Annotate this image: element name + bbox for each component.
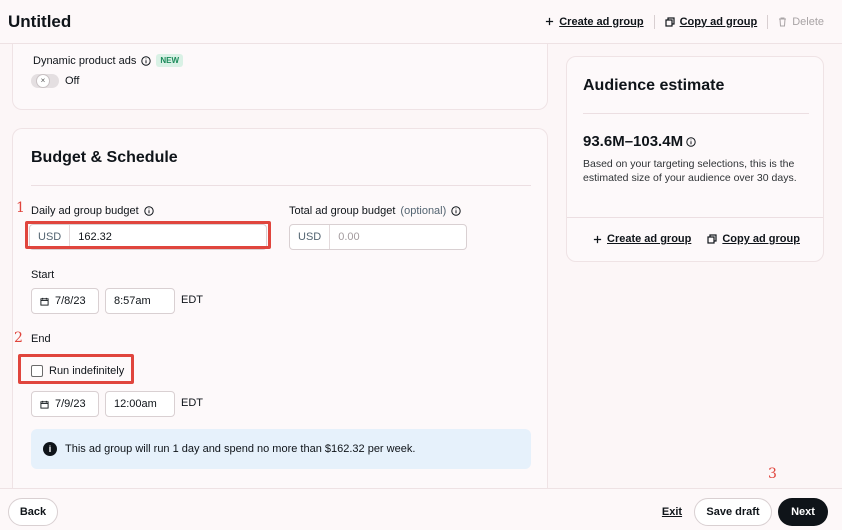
daily-budget-label: Daily ad group budget: [31, 205, 154, 217]
copy-ad-group-label: Copy ad group: [722, 233, 800, 245]
info-banner: i This ad group will run 1 day and spend…: [31, 429, 531, 469]
annotation-3: 3: [768, 466, 777, 482]
end-label: End: [31, 333, 51, 345]
audience-divider: [583, 113, 809, 114]
back-button[interactable]: Back: [8, 498, 58, 526]
annotation-2: 2: [14, 330, 23, 346]
copy-ad-group-link[interactable]: Copy ad group: [664, 15, 758, 28]
info-icon[interactable]: [451, 206, 461, 216]
plus-icon: [545, 17, 554, 26]
next-button[interactable]: Next: [778, 498, 828, 526]
delete-button[interactable]: Delete: [778, 16, 824, 28]
close-icon: ×: [37, 75, 49, 87]
start-date-input[interactable]: 7/8/23: [31, 288, 99, 314]
audience-title: Audience estimate: [583, 77, 725, 94]
calendar-icon: [40, 297, 49, 306]
info-banner-text: This ad group will run 1 day and spend n…: [65, 443, 416, 455]
currency-prefix: USD: [290, 225, 331, 249]
end-date-value: 7/9/23: [55, 398, 86, 410]
copy-ad-group-link[interactable]: Copy ad group: [707, 233, 800, 245]
save-draft-button[interactable]: Save draft: [694, 498, 772, 526]
create-ad-group-label: Create ad group: [559, 15, 644, 28]
trash-icon: [778, 17, 787, 27]
total-budget-label: Total ad group budget (optional): [289, 205, 461, 217]
info-icon[interactable]: [141, 55, 152, 66]
section-divider: [31, 185, 531, 186]
start-time-value: 8:57am: [114, 295, 151, 307]
start-time-input[interactable]: 8:57am: [105, 288, 175, 314]
bottom-bar: Back Exit Save draft Next: [0, 488, 842, 530]
dpa-label-row: Dynamic product ads NEW: [33, 54, 183, 67]
optional-text: (optional): [400, 205, 447, 217]
audience-estimate-card: Audience estimate 93.6M–103.4M Based on …: [566, 56, 824, 262]
audience-range-row: 93.6M–103.4M: [583, 133, 696, 150]
highlight-run-indefinitely: [18, 354, 134, 384]
new-badge: NEW: [156, 54, 183, 67]
dpa-label: Dynamic product ads: [33, 54, 137, 67]
top-actions: Create ad group Copy ad group Delete: [545, 14, 824, 29]
copy-icon: [707, 234, 717, 244]
daily-budget-text: Daily ad group budget: [31, 205, 139, 217]
divider: [653, 14, 655, 29]
end-time-value: 12:00am: [114, 398, 157, 410]
info-icon[interactable]: [143, 206, 154, 216]
total-budget-text: Total ad group budget: [289, 205, 396, 217]
create-ad-group-link[interactable]: Create ad group: [545, 15, 644, 28]
plus-icon: [593, 235, 602, 244]
dpa-toggle[interactable]: ×: [31, 74, 59, 88]
top-bar: Untitled Create ad group Copy ad group D…: [0, 0, 842, 44]
copy-ad-group-label: Copy ad group: [679, 15, 758, 28]
end-timezone: EDT: [181, 397, 203, 409]
start-timezone: EDT: [181, 294, 203, 306]
audience-actions: Create ad group Copy ad group: [593, 233, 800, 245]
highlight-daily-budget: [25, 221, 271, 249]
start-label: Start: [31, 269, 55, 281]
start-date-value: 7/8/23: [55, 295, 86, 307]
budget-schedule-card: Budget & Schedule Daily ad group budget …: [12, 128, 548, 488]
create-ad-group-label: Create ad group: [607, 233, 692, 245]
total-budget-placeholder: 0.00: [338, 231, 360, 243]
annotation-1: 1: [16, 200, 25, 216]
info-icon: i: [43, 442, 57, 456]
create-ad-group-link[interactable]: Create ad group: [593, 233, 691, 245]
divider: [767, 14, 769, 29]
dpa-toggle-row: × Off: [31, 74, 79, 88]
section-title: Budget & Schedule: [31, 149, 178, 166]
toggle-state: Off: [65, 75, 80, 87]
total-budget-input[interactable]: USD 0.00: [289, 224, 467, 250]
audience-description: Based on your targeting selections, this…: [583, 158, 797, 184]
copy-icon: [664, 16, 675, 27]
info-icon[interactable]: [686, 136, 696, 147]
dynamic-product-ads-card: Dynamic product ads NEW × Off: [12, 44, 548, 110]
end-date-input[interactable]: 7/9/23: [31, 391, 99, 417]
exit-link[interactable]: Exit: [658, 498, 686, 526]
calendar-icon: [40, 400, 49, 409]
delete-label: Delete: [792, 15, 824, 28]
end-time-input[interactable]: 12:00am: [105, 391, 175, 417]
audience-divider: [567, 217, 823, 218]
audience-range: 93.6M–103.4M: [583, 133, 684, 150]
page-title: Untitled: [8, 11, 72, 31]
